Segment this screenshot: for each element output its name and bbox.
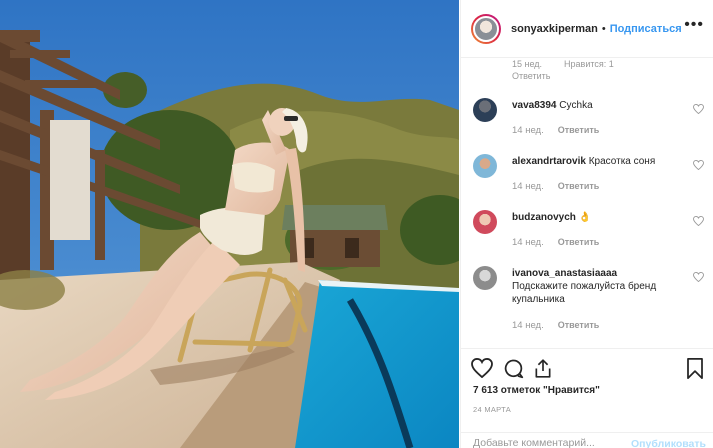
comment-item: vava8394 Cychka 14 нед. Ответить <box>473 98 708 138</box>
comment-likes[interactable]: Нравится: 1 <box>564 59 614 69</box>
comment-text: vava8394 Cychka <box>512 99 682 112</box>
comment-item: ivanova_anastasiaaaa Подскажите пожалуйст… <box>473 266 708 336</box>
comment-time: 14 нед. <box>512 125 544 136</box>
previous-comment-meta: 15 нед. Нравится: 1 Ответить <box>512 58 614 82</box>
heart-icon[interactable] <box>471 358 493 378</box>
reply-button[interactable]: Ответить <box>558 320 600 330</box>
reply-button[interactable]: Ответить <box>512 70 614 82</box>
commenter-avatar[interactable] <box>473 210 497 234</box>
separator-dot: • <box>601 22 606 35</box>
comment-meta: 14 нед. Ответить <box>512 181 599 192</box>
comment-meta: 14 нед. Ответить <box>512 320 599 331</box>
commenter-username[interactable]: alexandrtarovik <box>512 156 586 167</box>
post-actions: 7 613 отметок "Нравится" 24 МАРТА Опубли… <box>461 348 713 448</box>
commenter-avatar[interactable] <box>473 154 497 178</box>
like-comment-heart-icon[interactable] <box>693 104 704 114</box>
more-options-icon[interactable]: ••• <box>684 17 704 33</box>
comment-item: alexandrtarovik Красотка соня 14 нед. Отв… <box>473 154 708 194</box>
comment-icon[interactable] <box>503 358 524 379</box>
add-comment-bar: Опубликовать <box>461 432 713 448</box>
comment-body: Красотка соня <box>588 156 656 167</box>
comment-meta: 14 нед. Ответить <box>512 125 599 136</box>
reply-button[interactable]: Ответить <box>558 237 600 247</box>
comment-time: 15 нед. <box>512 59 543 69</box>
commenter-username[interactable]: ivanova_anastasiaaaa <box>512 268 617 279</box>
comments-list: 15 нед. Нравится: 1 Ответить vava8394 Cyc… <box>461 58 713 348</box>
comment-item: budzanovych 👌 14 нед. Ответить <box>473 210 708 250</box>
comment-input[interactable] <box>473 437 623 448</box>
comment-text: budzanovych 👌 <box>512 211 682 224</box>
like-comment-heart-icon[interactable] <box>693 272 704 282</box>
publish-comment-button[interactable]: Опубликовать <box>631 438 706 448</box>
likes-count[interactable]: 7 613 отметок "Нравится" <box>473 385 600 396</box>
reply-button[interactable]: Ответить <box>558 125 600 135</box>
comment-body: 👌 <box>578 212 592 223</box>
post-image <box>0 0 459 448</box>
comment-time: 14 нед. <box>512 181 544 192</box>
action-icons <box>471 358 704 380</box>
author-avatar[interactable] <box>471 13 501 44</box>
avatar-image <box>473 15 499 42</box>
comment-meta: 14 нед. Ответить <box>512 237 599 248</box>
comment-body: Cychka <box>559 100 593 111</box>
post-header: sonyaxkiperman • Подписаться ••• <box>461 0 713 58</box>
like-comment-heart-icon[interactable] <box>693 216 704 226</box>
commenter-avatar[interactable] <box>473 98 497 122</box>
reply-button[interactable]: Ответить <box>558 181 600 191</box>
post-photo[interactable] <box>0 0 459 448</box>
comment-text: alexandrtarovik Красотка соня <box>512 155 682 168</box>
comment-body: Подскажите пожалуйста бренд купальника <box>512 281 657 305</box>
share-icon[interactable] <box>533 358 553 379</box>
comment-time: 14 нед. <box>512 320 544 331</box>
author-username[interactable]: sonyaxkiperman <box>511 23 598 35</box>
commenter-username[interactable]: vava8394 <box>512 100 557 111</box>
commenter-avatar[interactable] <box>473 266 497 290</box>
follow-button[interactable]: Подписаться <box>610 23 682 35</box>
commenter-username[interactable]: budzanovych <box>512 212 576 223</box>
comment-text: ivanova_anastasiaaaa Подскажите пожалуйст… <box>512 267 682 306</box>
bookmark-icon[interactable] <box>686 358 704 379</box>
post-date[interactable]: 24 МАРТА <box>473 405 511 414</box>
like-comment-heart-icon[interactable] <box>693 160 704 170</box>
comment-time: 14 нед. <box>512 237 544 248</box>
post-side-panel: sonyaxkiperman • Подписаться ••• 15 нед.… <box>460 0 713 448</box>
